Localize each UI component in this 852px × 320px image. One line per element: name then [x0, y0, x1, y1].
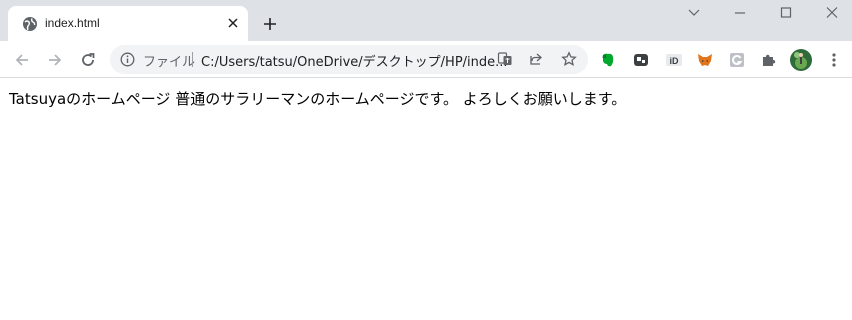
page-content: Tatsuyaのホームページ 普通のサラリーマンのホームページです。 よろしくお… [9, 88, 626, 109]
globe-icon [23, 17, 37, 31]
translate-icon[interactable] [497, 51, 513, 67]
extension-dark-icon[interactable] [632, 51, 650, 69]
url-text[interactable]: C:/Users/tatsu/OneDrive/デスクトップ/HP/inde..… [201, 51, 508, 70]
metamask-fox-icon[interactable] [696, 51, 714, 69]
g-extension-icon[interactable] [728, 51, 746, 69]
maximize-button[interactable] [777, 5, 795, 21]
puzzle-icon[interactable] [760, 51, 778, 69]
evernote-icon[interactable] [599, 51, 617, 69]
omnibox-divider [192, 52, 193, 67]
profile-avatar[interactable] [790, 49, 812, 71]
new-tab-button[interactable] [261, 15, 279, 33]
forward-button[interactable] [45, 50, 65, 70]
minimize-button[interactable] [731, 5, 749, 21]
tab-title: index.html [45, 16, 100, 30]
scheme-label: ファイル [143, 55, 196, 70]
svg-text:iD: iD [670, 56, 680, 66]
close-tab-button[interactable] [225, 15, 241, 31]
page-heading: Tatsuyaのホームページ [9, 90, 171, 108]
menu-kebab-icon[interactable] [825, 51, 843, 69]
back-button[interactable] [12, 50, 32, 70]
tab-strip: index.html [0, 0, 852, 41]
tab-index-html[interactable]: index.html [8, 6, 248, 41]
id-icon[interactable]: iD [665, 51, 683, 69]
page-body-text: 普通のサラリーマンのホームページです。 よろしくお願いします。 [175, 90, 627, 108]
reload-button[interactable] [78, 50, 98, 70]
address-bar[interactable]: ファイル C:/Users/tatsu/OneDrive/デスクトップ/HP/i… [110, 45, 588, 74]
close-window-button[interactable] [823, 5, 841, 21]
browser-toolbar: ファイル C:/Users/tatsu/OneDrive/デスクトップ/HP/i… [0, 41, 852, 78]
share-icon[interactable] [528, 51, 544, 67]
tab-search-chevron-icon[interactable] [685, 5, 703, 21]
bookmark-star-icon[interactable] [561, 51, 577, 67]
close-icon [228, 18, 238, 28]
info-icon[interactable] [120, 52, 135, 67]
